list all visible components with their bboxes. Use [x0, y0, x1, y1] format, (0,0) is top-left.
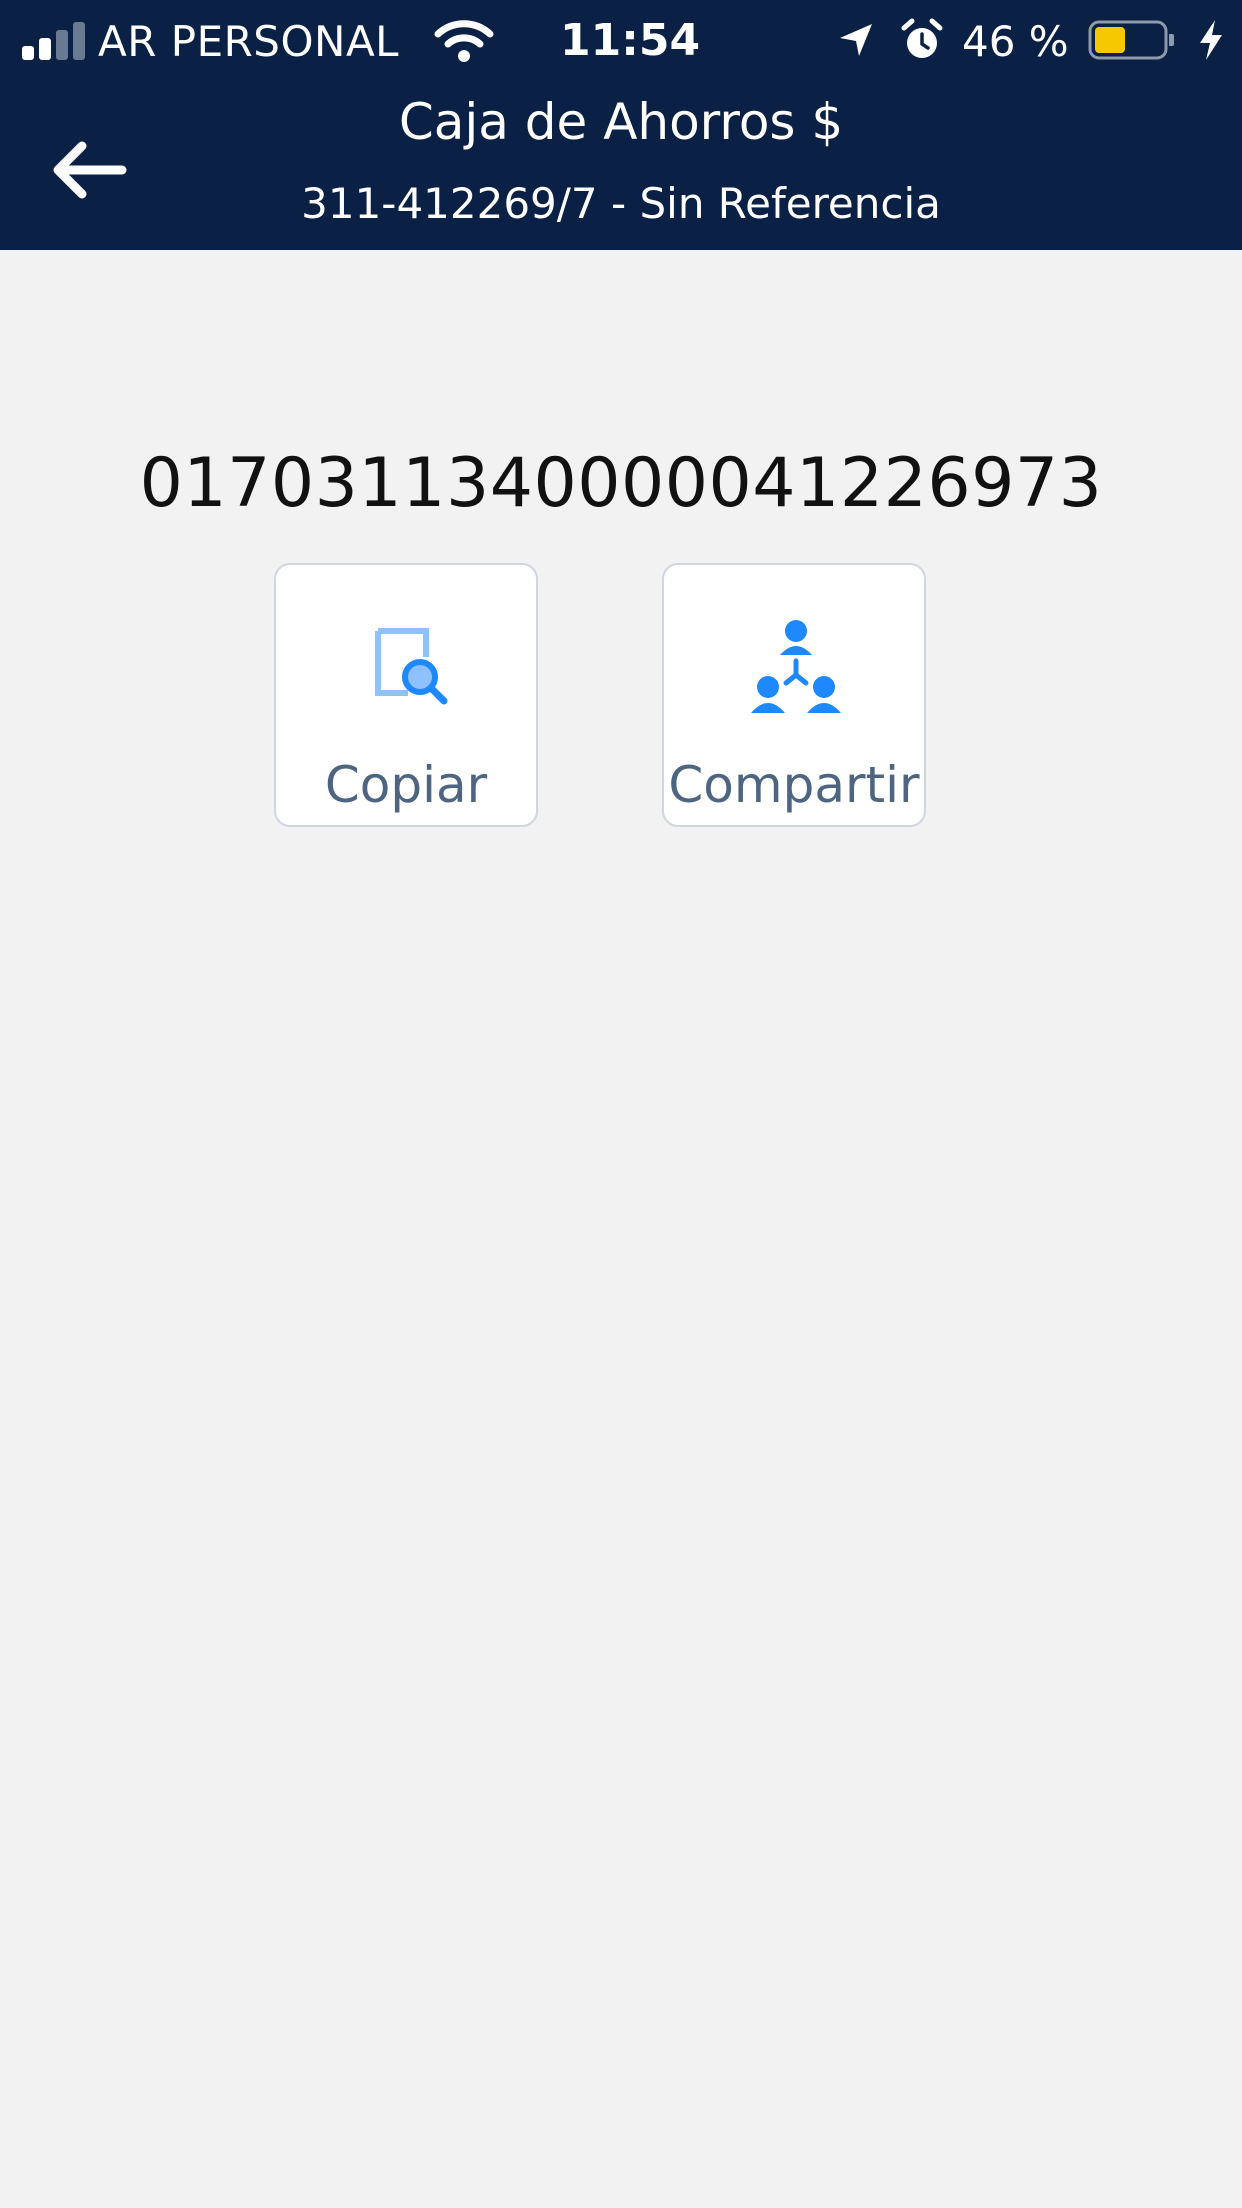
copy-button[interactable]: Copiar: [274, 563, 538, 827]
share-people-icon: [751, 620, 841, 713]
copy-search-icon: [375, 628, 448, 705]
account-subtitle: 311-412269/7 - Sin Referencia: [301, 179, 941, 228]
signal-icon: [22, 22, 88, 60]
charging-bolt-icon: [1200, 20, 1222, 60]
alarm-clock-icon: [901, 18, 943, 58]
status-bar: AR PERSONAL 11:54 46 %: [0, 0, 1242, 82]
clock-time: 11:54: [560, 15, 701, 66]
page-title: Caja de Ahorros $: [398, 93, 844, 151]
wifi-icon: [434, 20, 494, 62]
account-number: 0170311340000041226973: [139, 444, 1103, 523]
carrier-name: AR PERSONAL: [98, 17, 400, 66]
share-label: Compartir: [668, 756, 920, 814]
share-button[interactable]: Compartir: [662, 563, 926, 827]
battery-percent: 46 %: [962, 17, 1069, 66]
back-arrow-icon[interactable]: [42, 130, 132, 210]
app-header: AR PERSONAL 11:54 46 % Caja de Ahorros $…: [0, 0, 1242, 250]
battery-icon: [1088, 20, 1174, 60]
copy-label: Copiar: [324, 756, 488, 814]
location-arrow-icon: [840, 24, 872, 56]
